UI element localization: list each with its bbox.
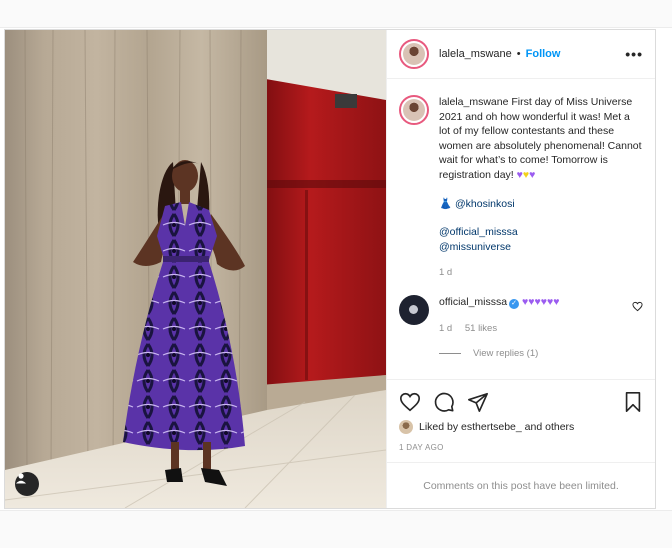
liked-by-user[interactable]: esthertsebe_ bbox=[461, 421, 522, 433]
comment-like-heart-icon[interactable] bbox=[632, 301, 643, 312]
caption-text: First day of Miss Universe 2021 and oh h… bbox=[439, 96, 645, 181]
bookmark-icon[interactable] bbox=[623, 391, 643, 413]
caption-row: lalela_mswane First day of Miss Universe… bbox=[399, 95, 643, 281]
post-side-panel: lalela_mswane • Follow ••• lalela_mswane… bbox=[386, 30, 655, 508]
liked-by-suffix[interactable]: and others bbox=[525, 421, 575, 433]
mention-official-misssa[interactable]: @official_misssa bbox=[439, 225, 643, 240]
purple-heart-emoji-2: ♥ bbox=[529, 168, 536, 181]
page-bottom-strip bbox=[0, 510, 672, 548]
caption-body: lalela_mswane First day of Miss Universe… bbox=[439, 95, 643, 281]
liked-by-row: Liked by esthertsebe_ and others bbox=[399, 420, 643, 434]
comment-row: official_misssa ✓ ♥♥♥♥♥♥ 1 d 51 likes bbox=[399, 294, 643, 336]
more-options-icon[interactable]: ••• bbox=[625, 46, 643, 62]
heart-icon[interactable] bbox=[399, 391, 421, 413]
user-tag-button[interactable] bbox=[15, 472, 39, 496]
view-replies-line bbox=[439, 353, 461, 355]
caption-age: 1 d bbox=[439, 267, 453, 279]
post-actions: Liked by esthertsebe_ and others 1 DAY A… bbox=[387, 379, 655, 452]
comment-likes[interactable]: 51 likes bbox=[465, 323, 497, 334]
comment-meta: 1 d 51 likes bbox=[439, 322, 559, 337]
author-username[interactable]: lalela_mswane bbox=[439, 48, 512, 60]
follow-button[interactable]: Follow bbox=[526, 48, 561, 60]
post-dialog: lalela_mswane • Follow ••• lalela_mswane… bbox=[4, 29, 656, 509]
header-separator: • bbox=[516, 48, 521, 60]
comments-list[interactable]: lalela_mswane First day of Miss Universe… bbox=[387, 79, 655, 379]
caption-author-avatar[interactable] bbox=[399, 95, 429, 125]
commenter-avatar[interactable] bbox=[399, 294, 429, 325]
comment-icon[interactable] bbox=[433, 391, 455, 413]
share-icon[interactable] bbox=[467, 391, 489, 413]
dress-emoji: 👗 bbox=[439, 197, 453, 210]
commenter-username[interactable]: official_misssa bbox=[439, 296, 507, 308]
dress-line: 👗 @khosinkosi bbox=[439, 197, 643, 212]
action-icons-row bbox=[399, 388, 643, 416]
view-replies-button[interactable]: View replies (1) bbox=[439, 348, 643, 359]
post-photo[interactable] bbox=[5, 30, 386, 508]
page-top-strip bbox=[0, 0, 672, 28]
caption-username[interactable]: lalela_mswane bbox=[439, 96, 508, 108]
comment-text: ♥♥♥♥♥♥ bbox=[522, 295, 560, 308]
liked-by-prefix: Liked by bbox=[419, 421, 459, 433]
view-replies-label: View replies (1) bbox=[473, 348, 539, 360]
liker-avatar[interactable] bbox=[399, 420, 413, 434]
verified-icon: ✓ bbox=[509, 298, 520, 309]
comments-limited-notice: Comments on this post have been limited. bbox=[387, 462, 655, 508]
comment-body: official_misssa ✓ ♥♥♥♥♥♥ 1 d 51 likes bbox=[439, 295, 559, 336]
user-tag-icon bbox=[16, 473, 26, 484]
mention-missuniverse[interactable]: @missuniverse bbox=[439, 240, 643, 255]
author-avatar[interactable] bbox=[399, 39, 429, 69]
post-header: lalela_mswane • Follow ••• bbox=[387, 30, 655, 79]
mention-khosinkosi[interactable]: @khosinkosi bbox=[455, 198, 515, 210]
post-timestamp[interactable]: 1 DAY AGO bbox=[399, 443, 643, 452]
comment-age: 1 d bbox=[439, 322, 453, 334]
photo-scene bbox=[5, 30, 386, 508]
